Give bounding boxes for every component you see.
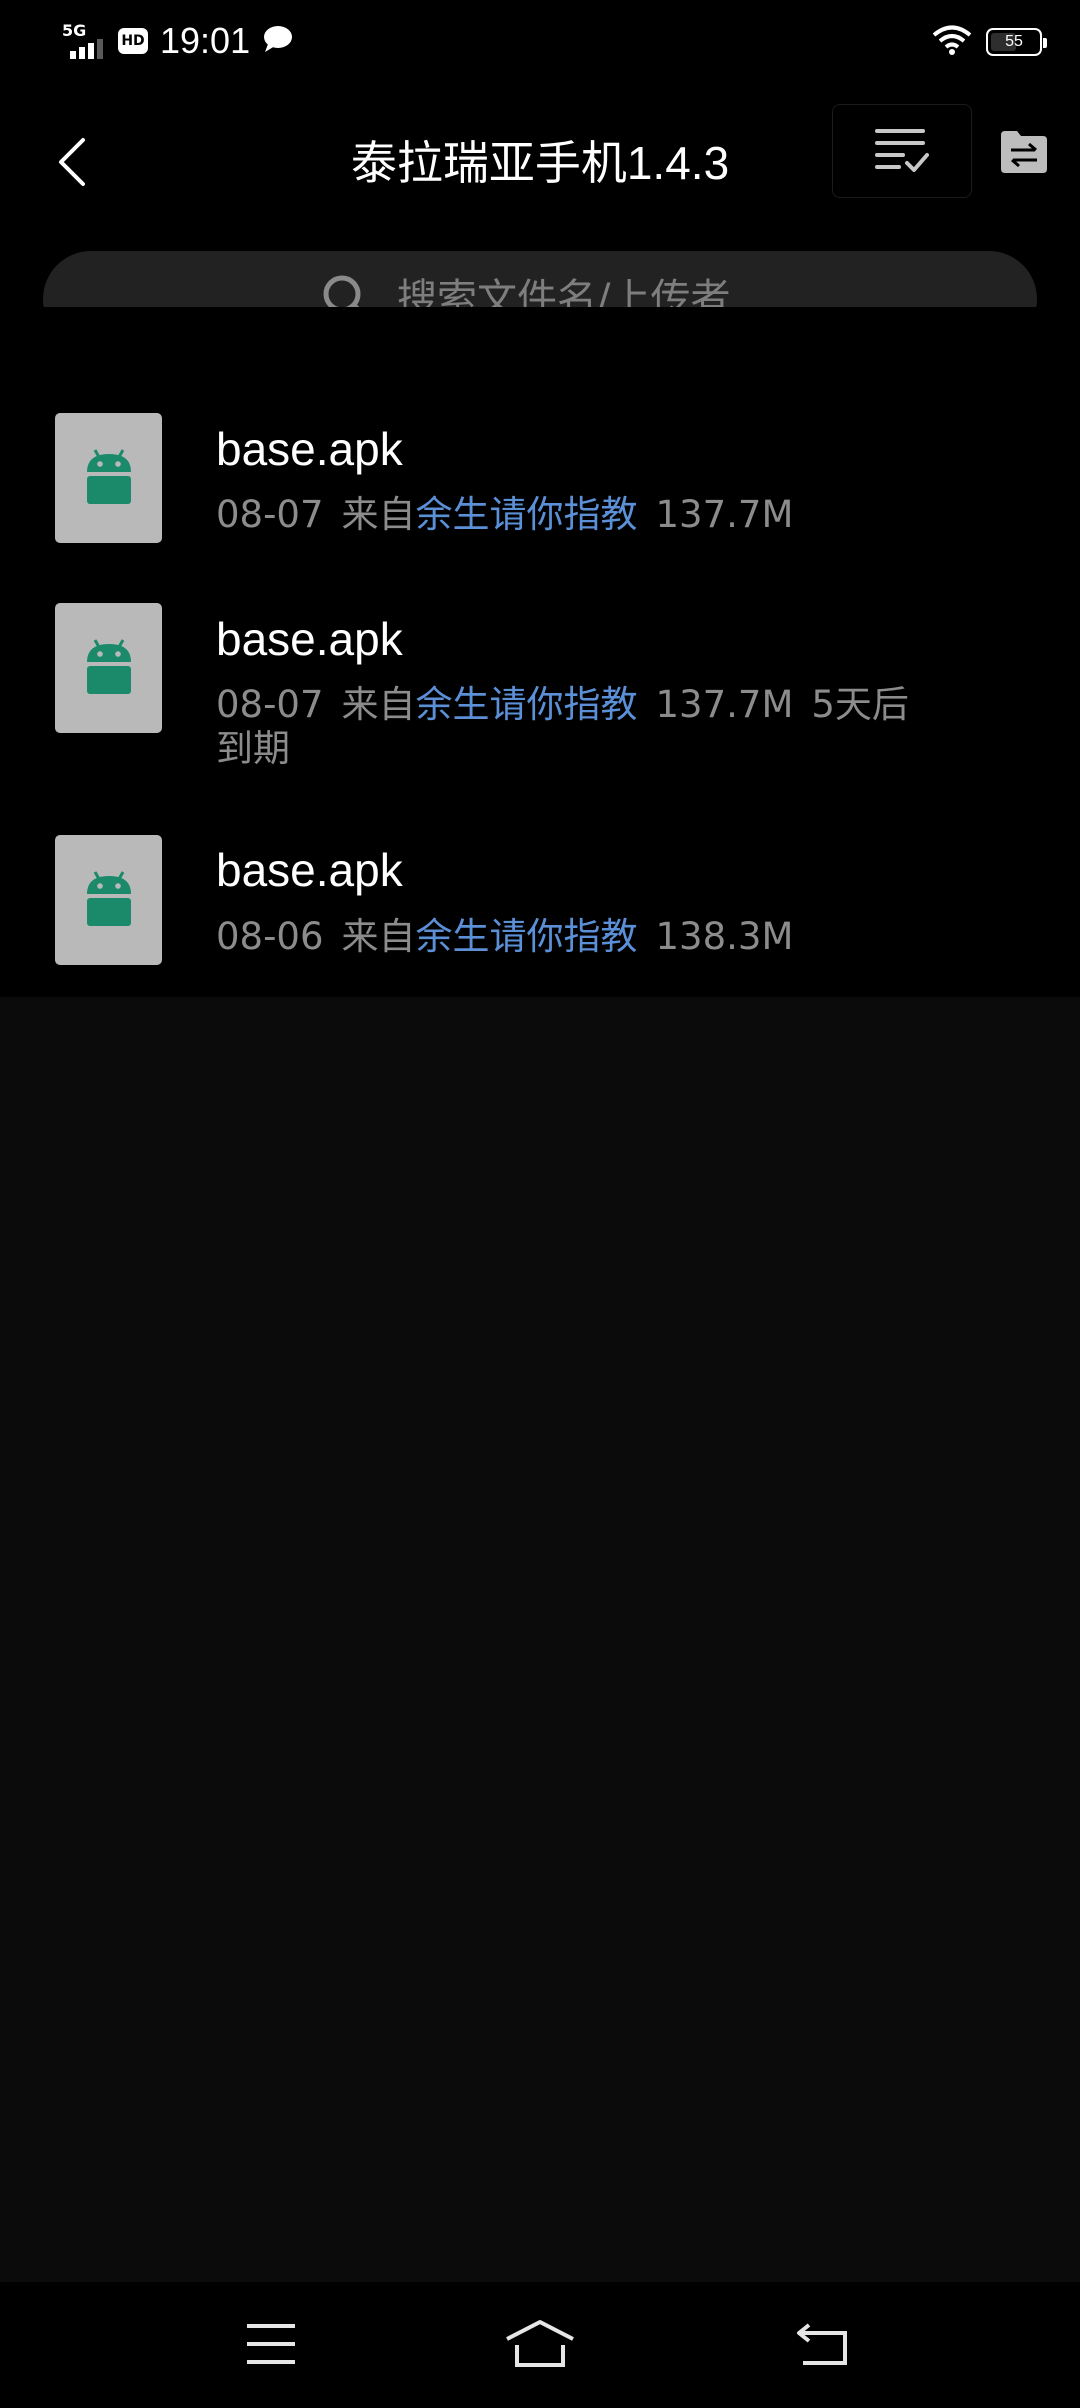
uploader-link[interactable]: 余生请你指教 (416, 915, 638, 958)
file-name: base.apk (216, 423, 403, 475)
file-name: base.apk (216, 613, 403, 665)
apk-file-icon (55, 835, 162, 965)
from-label: 来自 (341, 915, 416, 958)
status-left: 5G HD 19:01 (62, 18, 294, 64)
transfer-button[interactable] (998, 126, 1050, 178)
status-right: 55 (932, 22, 1047, 62)
battery-icon: 55 (986, 28, 1047, 56)
list-item[interactable]: base.apk 08-06 来自余生请你指教 138.3M (0, 727, 1080, 997)
wifi-icon (932, 24, 972, 60)
menu-icon (247, 2324, 295, 2364)
message-icon (262, 24, 294, 58)
menu-button[interactable] (226, 2304, 316, 2384)
file-list: base.apk 08-07 来自余生请你指教 137.7M base.apk 08… (0, 307, 1080, 997)
android-icon (86, 639, 131, 694)
navigation-bar (0, 2282, 1080, 2408)
list-item[interactable]: base.apk 08-07 来自余生请你指教 137.7M 5天后到期 (0, 497, 1080, 770)
file-name: base.apk (216, 844, 403, 896)
screen: 5G HD 19:01 55 泰拉瑞亚手机1.4.3 搜索文件名/上传者 bas… (0, 0, 1080, 2408)
hd-icon: HD (118, 28, 148, 54)
file-size: 137.7M (655, 683, 794, 726)
clock: 19:01 (160, 20, 251, 61)
from-label: 来自 (341, 683, 416, 726)
file-transfer-icon (1001, 131, 1047, 173)
header: 泰拉瑞亚手机1.4.3 (0, 82, 1080, 347)
battery-level: 55 (1005, 33, 1023, 50)
home-icon (506, 2320, 574, 2367)
file-date: 08-07 (216, 683, 324, 726)
list-item[interactable]: base.apk 08-07 来自余生请你指教 137.7M (0, 307, 1080, 543)
list-check-icon (875, 129, 929, 172)
android-icon (86, 871, 131, 926)
multi-select-button[interactable] (832, 104, 972, 198)
status-bar: 5G HD 19:01 55 (0, 0, 1080, 82)
apk-file-icon (55, 603, 162, 733)
back-nav-button[interactable] (778, 2304, 868, 2384)
uploader-link[interactable]: 余生请你指教 (416, 683, 638, 726)
file-meta: 08-06 来自余生请你指教 138.3M (216, 915, 936, 959)
file-size: 138.3M (655, 915, 794, 958)
signal-icon: 5G (62, 21, 108, 61)
home-button[interactable] (495, 2304, 585, 2384)
back-icon (797, 2323, 847, 2365)
network-type: 5G (62, 21, 87, 40)
file-date: 08-06 (216, 915, 324, 958)
